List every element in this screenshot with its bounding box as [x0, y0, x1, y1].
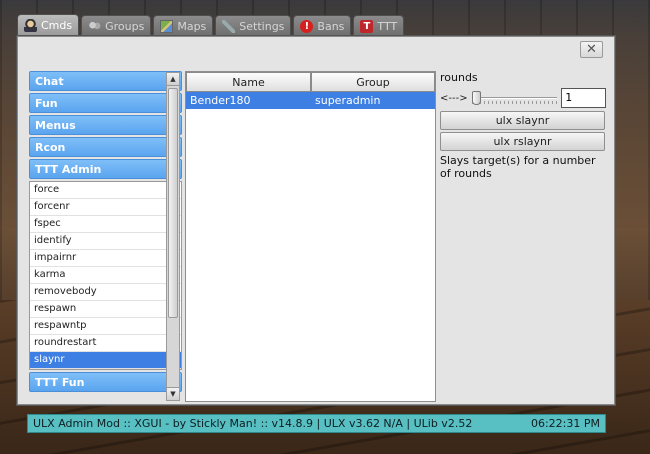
command-item[interactable]: karma [30, 267, 181, 284]
command-item-selected[interactable]: slaynr [30, 352, 181, 369]
tab-label: Bans [317, 19, 345, 33]
ttt-admin-command-list: force forcenr fspec identify impairnr ka… [29, 181, 182, 370]
tab-ttt[interactable]: T TTT [353, 15, 405, 36]
slider-line [471, 97, 558, 99]
column-header-name[interactable]: Name [186, 72, 311, 92]
tab-label: Cmds [41, 19, 73, 32]
category-ttt-admin[interactable]: TTT Admin [29, 159, 182, 179]
command-item[interactable]: identify [30, 233, 181, 250]
ulx-slaynr-button[interactable]: ulx slaynr [440, 111, 605, 130]
groups-icon [88, 19, 102, 33]
rounds-slider-row: <---> 1 [440, 87, 606, 109]
ttt-icon: T [360, 19, 374, 33]
command-item[interactable]: respawntp [30, 318, 181, 335]
command-item[interactable]: respawn [30, 301, 181, 318]
scroll-up-icon[interactable]: ▲ [167, 73, 179, 86]
status-bar: ULX Admin Mod :: XGUI - by Stickly Man! … [27, 414, 606, 433]
scroll-thumb[interactable] [168, 88, 178, 318]
category-menus[interactable]: Menus [29, 115, 182, 135]
ulx-rslaynr-button[interactable]: ulx rslaynr [440, 132, 605, 151]
command-panel: rounds <---> 1 ulx slaynr ulx rslaynr Sl… [440, 71, 606, 180]
version-info: ULX Admin Mod :: XGUI - by Stickly Man! … [33, 417, 473, 430]
settings-icon [222, 19, 236, 33]
category-rcon[interactable]: Rcon [29, 137, 182, 157]
player-table-header: Name Group [186, 72, 435, 92]
maps-icon [160, 19, 174, 33]
xgui-window: ✕ Chat Fun Menus Rcon TTT Admin force fo… [17, 36, 615, 405]
player-name: Bender180 [190, 94, 251, 107]
tab-maps[interactable]: Maps [153, 15, 214, 36]
slider-knob[interactable] [471, 91, 481, 105]
close-button[interactable]: ✕ [580, 41, 603, 58]
command-list-scrollbar[interactable]: ▲ ▼ [166, 72, 180, 401]
tab-label: Settings [239, 19, 285, 33]
player-table: Name Group Bender180 superadmin [185, 71, 436, 402]
slider-ticks [471, 101, 558, 104]
command-item[interactable]: roundrestart [30, 335, 181, 352]
player-group: superadmin [315, 94, 381, 107]
category-chat[interactable]: Chat [29, 71, 182, 91]
tab-bans[interactable]: ! Bans [293, 15, 352, 36]
command-item[interactable]: fspec [30, 216, 181, 233]
category-fun[interactable]: Fun [29, 93, 182, 113]
bans-icon: ! [300, 19, 314, 33]
command-item[interactable]: removebody [30, 284, 181, 301]
command-help-text: Slays target(s) for a number of rounds [440, 154, 596, 180]
command-item[interactable]: force [30, 182, 181, 199]
close-icon: ✕ [586, 42, 597, 57]
scroll-down-icon[interactable]: ▼ [167, 387, 179, 400]
tab-cmds[interactable]: Cmds [17, 14, 80, 36]
command-item[interactable]: forcenr [30, 199, 181, 216]
tab-label: TTT [377, 19, 398, 33]
slider-tag: <---> [440, 92, 468, 104]
tab-label: Maps [177, 19, 207, 33]
tab-bar: Cmds Groups Maps Settings ! Bans T TTT [17, 14, 406, 36]
command-item[interactable]: impairnr [30, 250, 181, 267]
rounds-input[interactable]: 1 [561, 88, 606, 108]
clock: 06:22:31 PM [530, 417, 600, 430]
column-header-group[interactable]: Group [311, 72, 435, 92]
tab-groups[interactable]: Groups [81, 15, 152, 36]
cmds-icon [24, 19, 37, 32]
command-category-list: Chat Fun Menus Rcon TTT Admin force forc… [29, 71, 182, 398]
tab-label: Groups [105, 19, 145, 33]
rounds-slider[interactable] [471, 91, 558, 105]
argument-label: rounds [440, 71, 478, 84]
tab-settings[interactable]: Settings [215, 15, 292, 36]
table-row[interactable]: Bender180 superadmin [186, 92, 435, 109]
category-ttt-fun[interactable]: TTT Fun [29, 372, 182, 392]
